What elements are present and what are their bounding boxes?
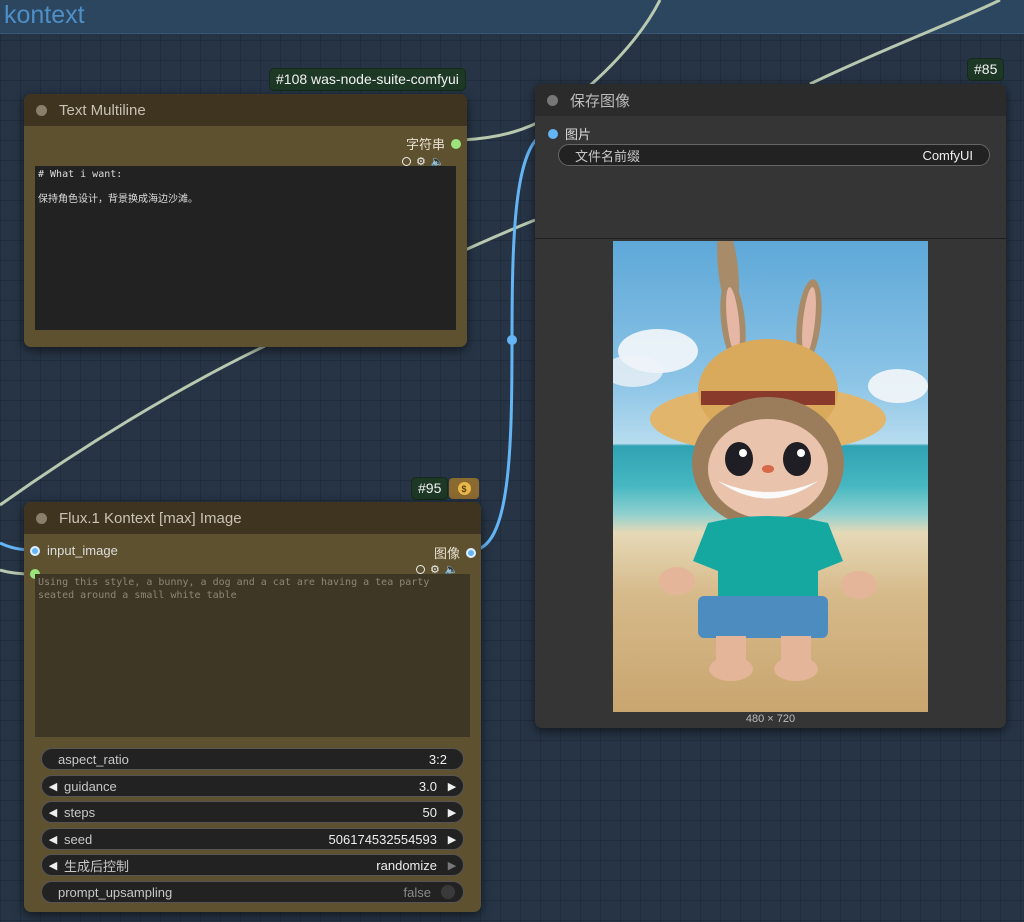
input-label: input_image (47, 543, 118, 558)
circle-icon[interactable] (402, 157, 411, 166)
text-input[interactable]: # What i want: 保持角色设计，背景换成海边沙滩。 (35, 166, 456, 330)
node-title: 保存图像 (570, 92, 631, 110)
prompt-upsampling-toggle[interactable]: prompt_upsampling false (41, 881, 464, 903)
collapse-toggle[interactable] (36, 512, 47, 524)
widget-value: randomize (376, 857, 437, 873)
widget-label: seed (64, 831, 93, 847)
output-string[interactable]: 字符串 (406, 134, 461, 153)
image-divider (535, 238, 1006, 239)
circle-icon[interactable] (416, 565, 425, 574)
widget-value: false (403, 884, 431, 900)
input-socket[interactable] (548, 128, 558, 139)
input-label: 图片 (565, 127, 592, 142)
node-header[interactable]: Flux.1 Kontext [max] Image (24, 502, 481, 534)
decrement-arrow-icon[interactable]: ◀ (42, 806, 64, 819)
flux-kontext-node[interactable]: Flux.1 Kontext [max] Image input_image 图… (24, 502, 481, 912)
node-title: Flux.1 Kontext [max] Image (59, 509, 242, 527)
increment-arrow-icon[interactable]: ▶ (441, 780, 463, 793)
widget-value: 3.0 (418, 778, 437, 794)
link-reroute-dot (507, 335, 517, 345)
guidance-widget[interactable]: ◀ guidance 3.0 ▶ (41, 775, 464, 797)
seed-widget[interactable]: ◀ seed 506174532554593 ▶ (41, 828, 464, 850)
output-socket[interactable] (451, 138, 461, 149)
node-header[interactable]: 保存图像 (535, 84, 1006, 116)
decrement-arrow-icon[interactable]: ◀ (42, 859, 64, 872)
input-images[interactable]: 图片 (548, 124, 591, 143)
collapse-toggle[interactable] (36, 104, 47, 116)
widget-label: guidance (64, 778, 117, 794)
node-id-badge-85: #85 (968, 59, 1004, 80)
steps-widget[interactable]: ◀ steps 50 ▶ (41, 801, 464, 823)
widget-label: aspect_ratio (58, 751, 129, 767)
decrement-arrow-icon[interactable]: ◀ (42, 780, 64, 793)
text-multiline-node[interactable]: Text Multiline 字符串 ⚙ 🔈 # What i want: 保持… (24, 94, 467, 347)
output-label: 图像 (433, 546, 460, 561)
widget-value: 3:2 (428, 751, 447, 767)
input-socket[interactable] (30, 545, 40, 556)
input-image[interactable]: input_image (30, 543, 118, 558)
image-preview[interactable] (613, 241, 928, 712)
preview-illustration (613, 241, 928, 681)
decrement-arrow-icon[interactable]: ◀ (42, 833, 64, 846)
node-header[interactable]: Text Multiline (24, 94, 467, 126)
widget-label: steps (64, 804, 96, 820)
widget-value: 50 (422, 804, 437, 820)
image-dimensions: 480 × 720 (745, 713, 796, 725)
widget-label: 生成后控制 (64, 858, 130, 874)
prompt-input[interactable]: Using this style, a bunny, a dog and a c… (35, 574, 470, 737)
coin-icon: $ (449, 478, 479, 499)
output-image[interactable]: 图像 (434, 543, 476, 562)
increment-arrow-icon[interactable]: ▶ (441, 833, 463, 846)
filename-prefix-widget[interactable]: 文件名前缀 ComfyUI (558, 144, 990, 166)
node-id-badge-108: #108 was-node-suite-comfyui (270, 69, 465, 90)
output-socket[interactable] (466, 547, 476, 558)
widget-value: ComfyUI (922, 147, 973, 163)
widget-label: prompt_upsampling (58, 884, 173, 900)
control-after-generate-widget[interactable]: ◀ 生成后控制 randomize ▶ (41, 854, 464, 876)
node-id-badge-95: #95 (412, 478, 448, 499)
increment-arrow-icon[interactable]: ▶ (441, 859, 463, 872)
widget-value: 506174532554593 (328, 831, 437, 847)
toggle-knob[interactable] (441, 885, 455, 899)
node-title: Text Multiline (59, 101, 146, 119)
increment-arrow-icon[interactable]: ▶ (441, 806, 463, 819)
widget-label: 文件名前缀 (575, 148, 641, 164)
collapse-toggle[interactable] (547, 94, 558, 106)
aspect-ratio-widget[interactable]: aspect_ratio 3:2 (41, 748, 464, 770)
output-label: 字符串 (405, 137, 445, 152)
